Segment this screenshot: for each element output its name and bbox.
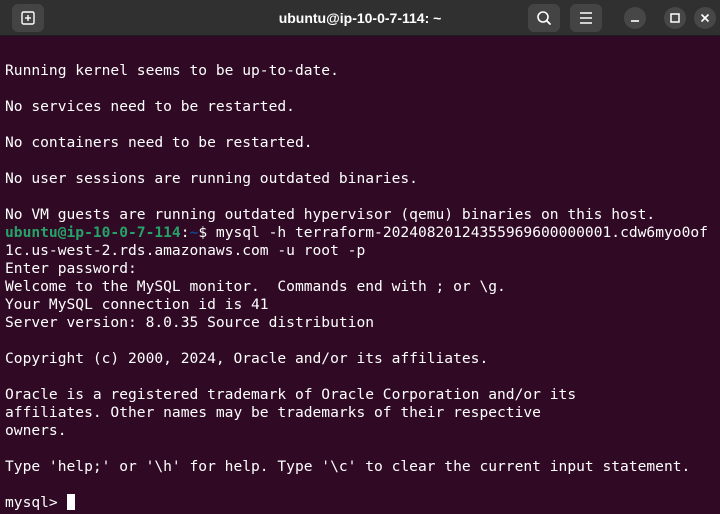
- output-line: affiliates. Other names may be trademark…: [5, 404, 541, 421]
- prompt-separator: :: [180, 224, 190, 241]
- output-line: Your MySQL connection id is 41: [5, 296, 269, 313]
- output-line: owners.: [5, 422, 67, 439]
- shell-prompt-line: ubuntu@ip-10-0-7-114:~$ mysql -h terrafo…: [5, 224, 720, 242]
- minimize-button[interactable]: [624, 7, 646, 29]
- terminal-output[interactable]: Running kernel seems to be up-to-date. N…: [0, 36, 720, 514]
- output-line: Type 'help;' or '\h' for help. Type '\c'…: [5, 458, 691, 475]
- output-line: Oracle is a registered trademark of Orac…: [5, 386, 577, 403]
- prompt-path: ~: [189, 224, 199, 241]
- menu-button[interactable]: [570, 4, 602, 32]
- output-line: No services need to be restarted.: [5, 98, 295, 115]
- prompt-symbol: $: [198, 224, 216, 241]
- output-line: Server version: 8.0.35 Source distributi…: [5, 314, 375, 331]
- hamburger-menu-icon: [580, 12, 592, 24]
- search-button[interactable]: [528, 4, 560, 32]
- output-line: No user sessions are running outdated bi…: [5, 170, 418, 187]
- text-cursor: [66, 494, 75, 510]
- output-line: No VM guests are running outdated hyperv…: [5, 206, 656, 223]
- command-text: mysql -h terraform-202408201243559696000…: [215, 224, 708, 241]
- prompt-user-host: ubuntu@ip-10-0-7-114: [5, 224, 181, 241]
- output-line: Enter password:: [5, 260, 137, 277]
- search-icon: [537, 11, 551, 25]
- output-line: Copyright (c) 2000, 2024, Oracle and/or …: [5, 350, 489, 367]
- title-bar: ubuntu@ip-10-0-7-114: ~: [0, 0, 720, 36]
- output-line: Welcome to the MySQL monitor. Commands e…: [5, 278, 506, 295]
- terminal-window: ubuntu@ip-10-0-7-114: ~ Running kernel s…: [0, 0, 720, 514]
- close-icon: [700, 13, 710, 23]
- maximize-button[interactable]: [664, 7, 686, 29]
- output-line: Running kernel seems to be up-to-date.: [5, 62, 339, 79]
- maximize-icon: [670, 13, 680, 23]
- mysql-prompt: mysql>: [5, 494, 67, 511]
- window-title: ubuntu@ip-10-0-7-114: ~: [278, 10, 442, 26]
- output-line: 1c.us-west-2.rds.amazonaws.com -u root -…: [5, 242, 366, 259]
- mysql-prompt-line[interactable]: mysql>: [5, 494, 720, 512]
- close-button[interactable]: [694, 7, 716, 29]
- output-line: No containers need to be restarted.: [5, 134, 313, 151]
- minimize-icon: [631, 20, 639, 22]
